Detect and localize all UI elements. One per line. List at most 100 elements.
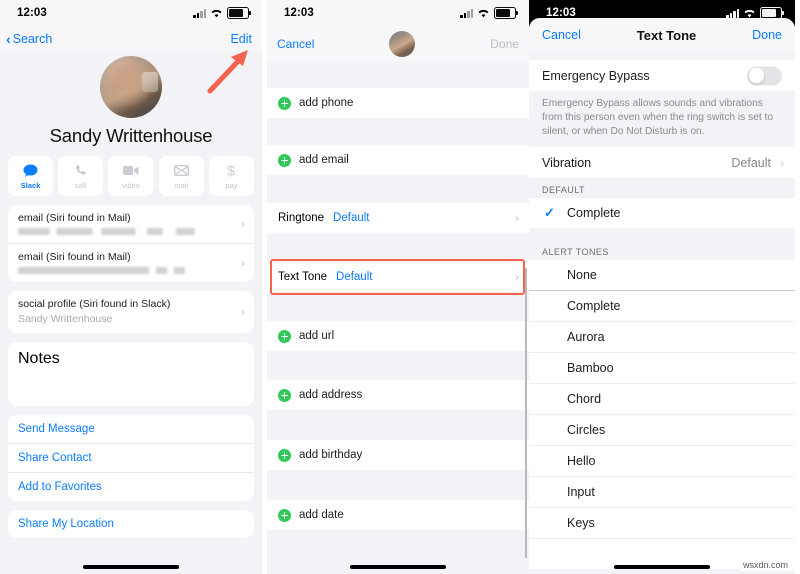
action-button-video[interactable]: video <box>108 156 154 196</box>
edit-button[interactable]: Edit <box>230 32 252 46</box>
cancel-button[interactable]: Cancel <box>277 37 314 51</box>
checkmark-icon: ✓ <box>544 205 555 221</box>
wifi-icon <box>210 8 223 18</box>
vibration-label: Vibration <box>542 155 592 170</box>
field-label: email (Siri found in Mail) <box>18 251 131 263</box>
add-to-favorites-button[interactable]: Add to Favorites <box>8 472 254 501</box>
action-button-mail[interactable]: mail <box>158 156 204 196</box>
svg-text:$: $ <box>228 163 236 178</box>
avatar[interactable] <box>389 31 416 57</box>
redacted-value <box>18 267 244 274</box>
add-birthday-label: add birthday <box>299 449 363 461</box>
action-label: mail <box>174 181 189 190</box>
vibration-row[interactable]: Vibration Default › <box>529 147 795 179</box>
tone-item-default-complete[interactable]: ✓ Complete <box>529 198 795 229</box>
wifi-icon <box>743 8 756 18</box>
chevron-right-icon: › <box>780 155 784 170</box>
video-camera-icon <box>123 162 139 179</box>
text-tone-row[interactable]: Text Tone Default › <box>267 262 529 292</box>
text-tone-value: Default <box>336 271 373 283</box>
add-birthday-row[interactable]: add birthday <box>267 440 529 470</box>
chevron-right-icon: › <box>515 270 519 284</box>
tone-item-complete[interactable]: Complete <box>529 290 795 322</box>
tone-item-circles[interactable]: Circles <box>529 414 795 446</box>
tone-label: Keys <box>567 516 595 531</box>
ringtone-row[interactable]: Ringtone Default › <box>267 203 529 233</box>
action-label: call <box>75 181 87 190</box>
add-icon <box>278 96 291 110</box>
emergency-bypass-row[interactable]: Emergency Bypass <box>529 60 795 91</box>
section-header-default: DEFAULT <box>542 185 585 196</box>
action-button-pay[interactable]: $ pay <box>208 156 255 196</box>
chevron-left-icon: ‹ <box>6 30 11 47</box>
send-message-button[interactable]: Send Message <box>8 415 254 443</box>
tone-item-bamboo[interactable]: Bamboo <box>529 352 795 384</box>
add-date-label: add date <box>299 509 344 521</box>
tone-label: Aurora <box>567 330 605 345</box>
cellular-signal-icon <box>193 8 206 18</box>
done-button[interactable]: Done <box>490 37 519 51</box>
cellular-signal-icon <box>460 8 473 18</box>
chevron-right-icon: › <box>241 217 245 231</box>
add-icon <box>278 388 291 402</box>
tone-label: Hello <box>567 454 596 469</box>
add-url-label: add url <box>299 330 335 342</box>
sheet-navigation-bar: Cancel Text Tone Done <box>529 18 795 52</box>
back-button[interactable]: ‹ Search <box>6 30 53 47</box>
tone-item-none[interactable]: None <box>529 260 795 291</box>
add-url-row[interactable]: add url <box>267 321 529 351</box>
section-gap <box>529 228 795 241</box>
screenshot-stage: 12:03 ‹ Search Edit Sandy Writtenhouse S… <box>0 0 800 574</box>
section-gap <box>267 62 529 88</box>
back-button-label: Search <box>12 32 53 46</box>
edit-contact-screen: 12:03 Cancel Done add phone add email Ri… <box>267 0 529 574</box>
list-item[interactable]: email (Siri found in Mail) › <box>8 205 254 243</box>
share-contact-button[interactable]: Share Contact <box>8 443 254 472</box>
tone-label: Input <box>567 485 595 500</box>
action-button-call[interactable]: call <box>58 156 104 196</box>
scrollbar[interactable] <box>524 268 527 558</box>
add-address-label: add address <box>299 389 363 401</box>
emergency-bypass-toggle[interactable] <box>747 66 782 85</box>
action-button-slack[interactable]: Slack <box>8 156 54 196</box>
text-tone-row-wrapper: Text Tone Default › <box>267 259 529 295</box>
section-gap <box>267 233 529 262</box>
done-button[interactable]: Done <box>752 28 782 42</box>
tone-label: Bamboo <box>567 361 614 376</box>
add-address-row[interactable]: add address <box>267 380 529 410</box>
add-email-label: add email <box>299 154 349 166</box>
avatar[interactable] <box>100 56 162 118</box>
tone-item-aurora[interactable]: Aurora <box>529 321 795 353</box>
section-gap <box>267 470 529 500</box>
section-gap <box>267 351 529 380</box>
add-icon <box>278 508 291 522</box>
section-header-alert-tones: ALERT TONES <box>542 247 609 258</box>
ringtone-label: Ringtone <box>278 212 325 224</box>
home-indicator <box>614 565 710 569</box>
tone-item-hello[interactable]: Hello <box>529 445 795 477</box>
tone-item-input[interactable]: Input <box>529 476 795 508</box>
action-label: pay <box>225 181 238 190</box>
list-item[interactable]: social profile (Siri found in Slack) San… <box>8 291 254 333</box>
tone-item-keys[interactable]: Keys <box>529 507 795 539</box>
notes-card[interactable]: Notes <box>8 342 254 406</box>
message-bubble-icon <box>23 162 38 179</box>
edit-navigation-bar: Cancel Done <box>267 26 529 62</box>
section-gap <box>267 292 529 321</box>
add-icon <box>278 153 291 167</box>
navigation-bar: ‹ Search Edit <box>0 26 262 52</box>
wifi-icon <box>477 8 490 18</box>
add-phone-row[interactable]: add phone <box>267 88 529 118</box>
text-tone-sheet-screen: 12:03 Cancel Text Tone Done Emergency By… <box>529 0 795 574</box>
list-item[interactable]: email (Siri found in Mail) › <box>8 243 254 282</box>
add-icon <box>278 329 291 343</box>
notes-label: Notes <box>18 350 60 367</box>
tone-item-chord[interactable]: Chord <box>529 383 795 415</box>
share-my-location-button[interactable]: Share My Location <box>8 510 254 538</box>
chevron-right-icon: › <box>515 211 519 225</box>
status-bar-time: 12:03 <box>17 7 47 19</box>
add-date-row[interactable]: add date <box>267 500 529 530</box>
vibration-value: Default <box>731 155 771 170</box>
add-email-row[interactable]: add email <box>267 145 529 175</box>
cancel-button[interactable]: Cancel <box>542 28 581 42</box>
